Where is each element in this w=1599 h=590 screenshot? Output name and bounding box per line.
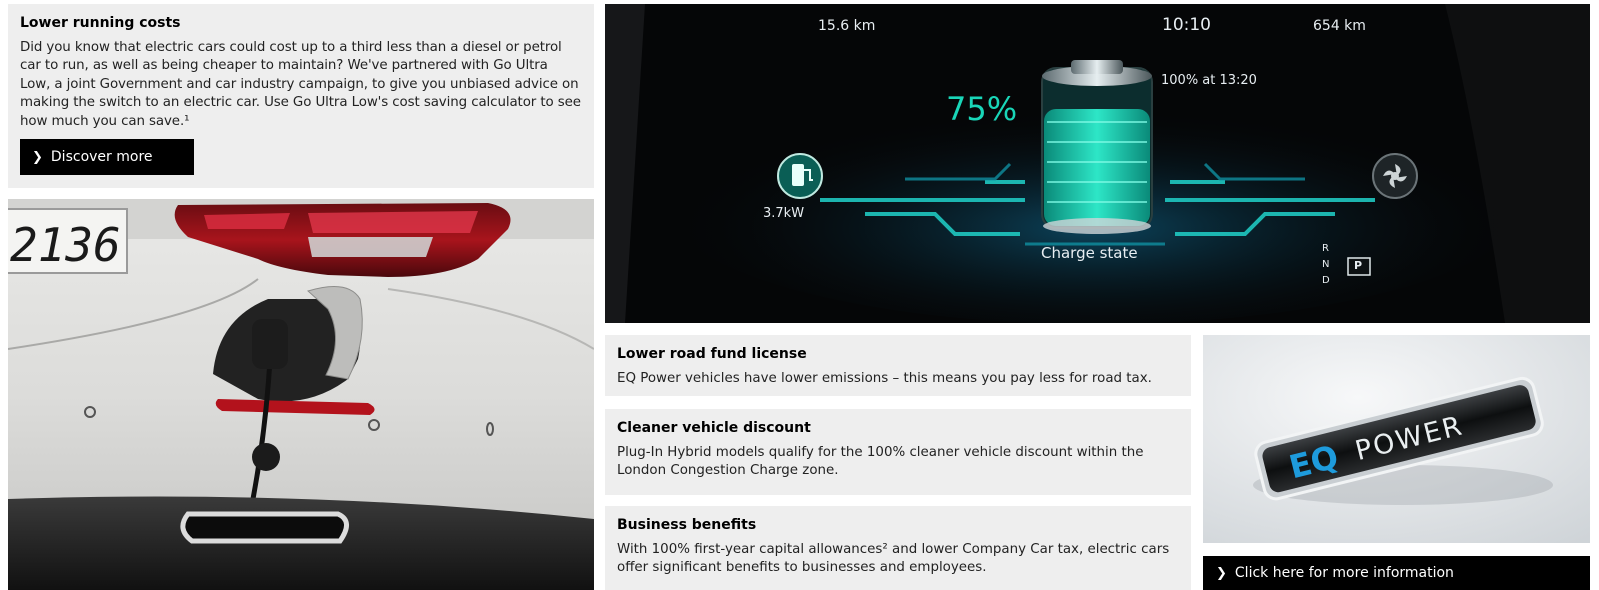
car-charging-image: 2136 <box>8 199 594 590</box>
fan-icon <box>1372 153 1418 199</box>
running-costs-title: Lower running costs <box>20 15 181 31</box>
more-information-button[interactable]: ❯ Click here for more information <box>1203 556 1590 590</box>
road-fund-card: Lower road fund license EQ Power vehicle… <box>605 335 1191 396</box>
eq-power-badge-image: EQ POWER <box>1203 335 1590 543</box>
gear-n: N <box>1322 259 1330 270</box>
more-information-label: Click here for more information <box>1234 565 1454 581</box>
chevron-right-icon: ❯ <box>32 149 43 165</box>
charge-state-label: Charge state <box>1041 244 1138 262</box>
battery-gauge <box>1041 60 1153 234</box>
gear-r: R <box>1322 243 1329 254</box>
running-costs-body: Did you know that electric cars could co… <box>20 40 581 129</box>
charge-percent: 75% <box>946 90 1018 128</box>
charge-dashboard-image: 15.6 km 10:10 654 km 75% 100% at 13:20 3… <box>605 4 1590 323</box>
full-charge-time: 100% at 13:20 <box>1161 73 1257 88</box>
cleaner-vehicle-title: Cleaner vehicle discount <box>617 420 811 436</box>
discover-more-button[interactable]: ❯ Discover more <box>20 139 194 175</box>
dashboard-clock: 10:10 <box>1162 15 1211 35</box>
charge-power: 3.7kW <box>763 206 805 221</box>
plate-text: 2136 <box>10 218 121 272</box>
discover-more-label: Discover more <box>50 149 153 165</box>
business-benefits-card: Business benefits With 100% first-year c… <box>605 506 1191 590</box>
charging-plug-icon <box>777 153 823 199</box>
business-benefits-title: Business benefits <box>617 517 757 533</box>
gear-p: P <box>1354 259 1363 272</box>
business-benefits-body: With 100% first-year capital allowances²… <box>617 542 1170 576</box>
cleaner-vehicle-card: Cleaner vehicle discount Plug-In Hybrid … <box>605 409 1191 495</box>
road-fund-title: Lower road fund license <box>617 346 807 362</box>
gear-d: D <box>1322 275 1330 286</box>
cleaner-vehicle-body: Plug-In Hybrid models qualify for the 10… <box>617 445 1144 479</box>
range-distance: 654 km <box>1313 18 1366 34</box>
road-fund-body: EQ Power vehicles have lower emissions –… <box>617 371 1152 386</box>
chevron-right-icon: ❯ <box>1216 565 1227 581</box>
trip-distance: 15.6 km <box>818 18 876 34</box>
